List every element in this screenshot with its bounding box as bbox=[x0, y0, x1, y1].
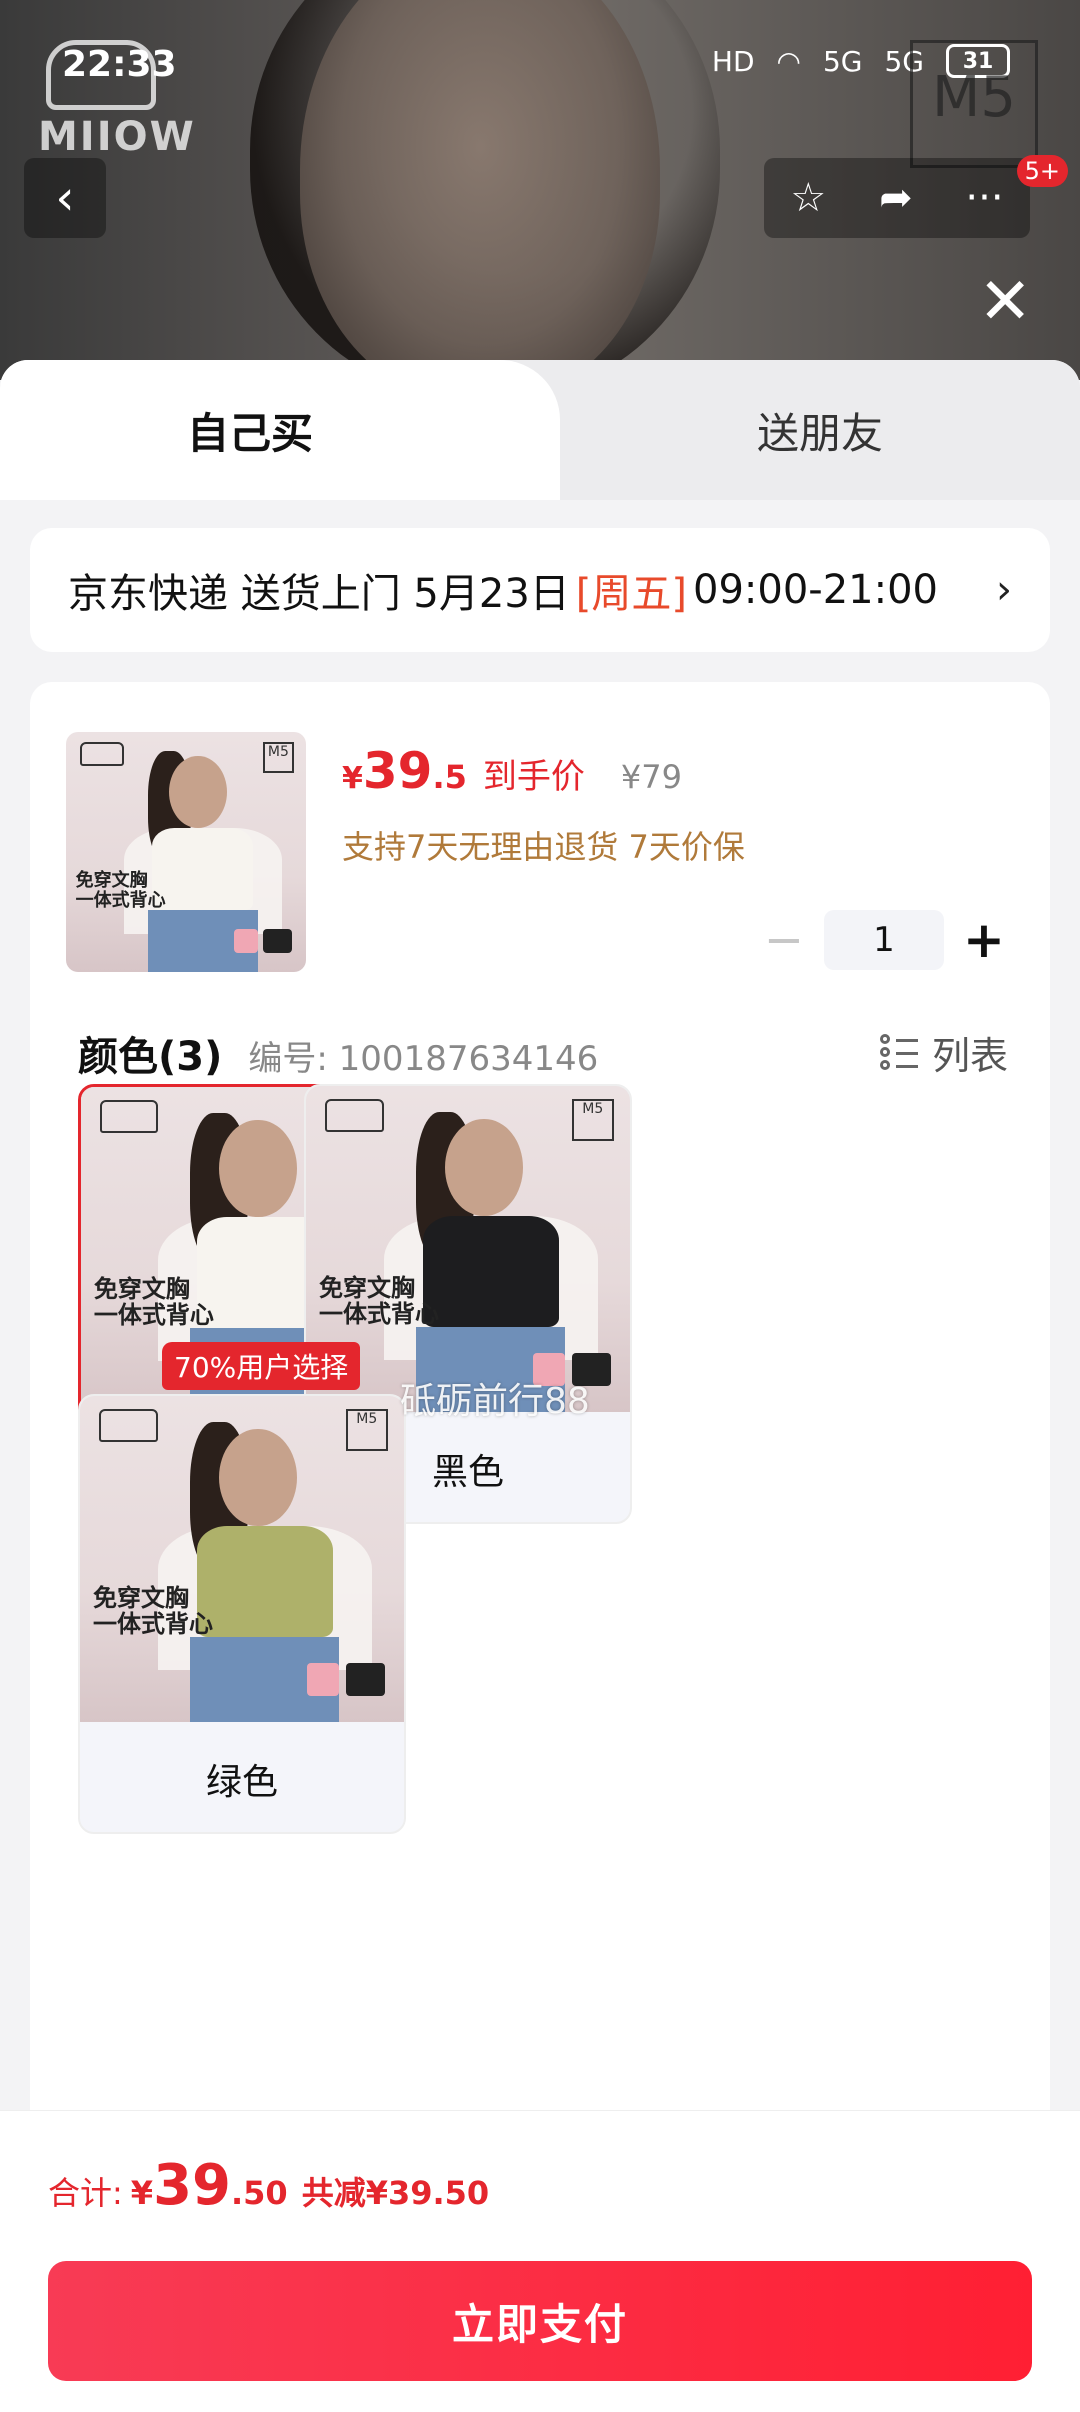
total-value: 39 bbox=[153, 2153, 231, 2218]
color-title: 颜色(3) bbox=[78, 1034, 223, 1080]
pay-now-button[interactable]: 立即支付 bbox=[48, 2261, 1032, 2381]
total-label: 合计: bbox=[48, 2174, 123, 2212]
delivery-weekday: [周五] bbox=[575, 571, 687, 617]
delivery-row[interactable]: 京东快递 送货上门 5月23日 [周五] 09:00-21:00 › bbox=[30, 528, 1050, 652]
option-m5-icon: M5 bbox=[571, 1099, 614, 1142]
price-value: 39 bbox=[362, 742, 433, 800]
option-logo-icon bbox=[99, 1409, 158, 1442]
purchase-tabs: 自己买 送朋友 bbox=[0, 360, 1080, 500]
more-icon[interactable]: ··· bbox=[965, 175, 1003, 221]
service-promise: 支持7天无理由退货 7天价保 bbox=[342, 828, 745, 866]
quantity-value[interactable]: 1 bbox=[824, 910, 944, 970]
thumb-text: 免穿文胸 一体式背心 bbox=[75, 870, 166, 911]
quantity-stepper: − 1 + bbox=[754, 910, 1014, 970]
message-badge: 5+ bbox=[1016, 155, 1068, 187]
popular-tag: 70%用户选择 bbox=[162, 1342, 361, 1390]
delivery-time: 09:00-21:00 bbox=[693, 567, 938, 613]
checkout-footer: 合计: ¥ 39 .50 共减¥39.50 立即支付 bbox=[0, 2110, 1080, 2412]
tab-self[interactable]: 自己买 bbox=[0, 360, 560, 500]
option-logo-icon bbox=[325, 1099, 384, 1132]
share-icon[interactable]: ➦ bbox=[879, 175, 913, 221]
color-option-label: 绿色 bbox=[205, 1762, 278, 1803]
sku-card: M5 免穿文胸 一体式背心 ¥ 39 .5 到手价 ¥79 支持7天无理由退货 … bbox=[30, 682, 1050, 2162]
chevron-left-icon: ‹ bbox=[55, 170, 75, 226]
m5-logo: M5 bbox=[910, 40, 1038, 168]
list-view-button[interactable]: 列表 bbox=[879, 1025, 1008, 1080]
signal-5g-icon: 5G bbox=[822, 44, 863, 78]
chevron-right-icon: › bbox=[996, 567, 1012, 613]
list-icon bbox=[879, 1034, 918, 1070]
option-garment bbox=[422, 1216, 559, 1328]
decrease-button[interactable]: − bbox=[754, 912, 814, 968]
delivery-text: 京东快递 送货上门 5月23日 bbox=[68, 571, 570, 617]
discount-text: 共减¥39.50 bbox=[301, 2174, 490, 2212]
color-option-image: M5 免穿文胸 一体式背心 bbox=[80, 1396, 404, 1722]
hd-icon: HD bbox=[711, 44, 755, 78]
price-note: 到手价 bbox=[482, 757, 585, 797]
increase-button[interactable]: + bbox=[954, 911, 1014, 969]
original-price: ¥79 bbox=[620, 758, 682, 796]
thumb-logo-icon bbox=[80, 741, 124, 766]
product-thumbnail[interactable]: M5 免穿文胸 一体式背心 bbox=[66, 732, 306, 972]
wifi-icon: ◠ bbox=[776, 44, 801, 78]
option-logo-icon bbox=[100, 1100, 159, 1133]
hero-model-face bbox=[300, 0, 660, 380]
star-icon[interactable]: ☆ bbox=[790, 175, 826, 221]
thumb-m5-icon: M5 bbox=[262, 741, 294, 773]
color-header: 颜色(3) 编号: 100187634146 列表 bbox=[78, 1024, 1008, 1082]
total-row: 合计: ¥ 39 .50 共减¥39.50 bbox=[48, 2153, 490, 2218]
option-garment bbox=[196, 1526, 333, 1638]
sku-number: 编号: 100187634146 bbox=[248, 1039, 599, 1079]
top-actions: ☆ ➦ ··· bbox=[764, 158, 1030, 238]
color-option-2[interactable]: M5 免穿文胸 一体式背心绿色 bbox=[78, 1394, 406, 1834]
price-row: ¥ 39 .5 到手价 ¥79 bbox=[342, 742, 682, 800]
close-icon[interactable]: ✕ bbox=[978, 270, 1032, 334]
back-button[interactable]: ‹ bbox=[24, 158, 106, 238]
purchase-sheet: 自己买 送朋友 京东快递 送货上门 5月23日 [周五] 09:00-21:00… bbox=[0, 360, 1080, 2412]
option-m5-icon: M5 bbox=[345, 1409, 388, 1452]
watermark-text: 砥砺前行88 bbox=[400, 1381, 590, 1422]
status-time: 22:33 bbox=[62, 44, 177, 85]
option-image-text: 免穿文胸 一体式背心 bbox=[93, 1275, 214, 1330]
option-image-text: 免穿文胸 一体式背心 bbox=[318, 1274, 439, 1329]
option-image-text: 免穿文胸 一体式背心 bbox=[92, 1584, 213, 1639]
tab-friend[interactable]: 送朋友 bbox=[560, 360, 1080, 500]
